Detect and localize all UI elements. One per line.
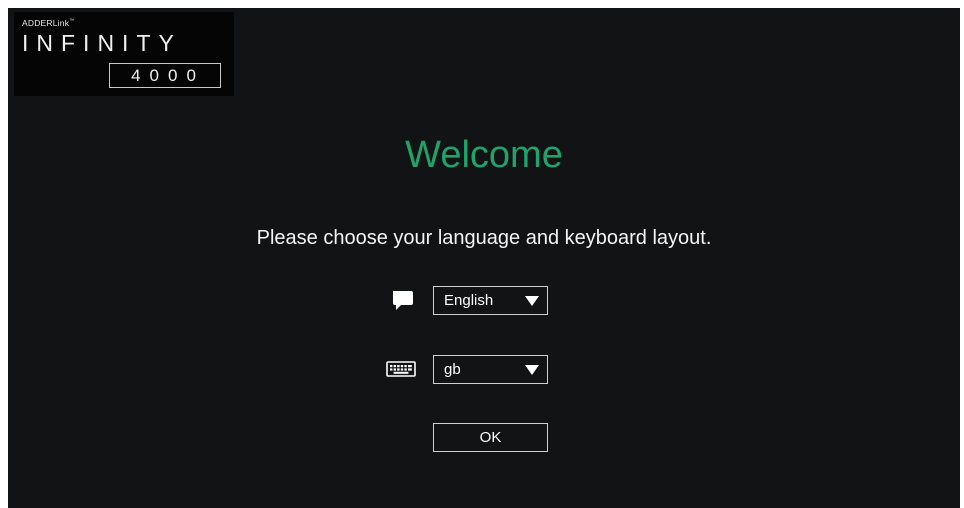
adderlink-infinity-logo: ADDERLink™ INFINITY 4000 [14, 12, 234, 96]
ok-button[interactable]: OK [433, 423, 548, 452]
keyboard-icon [386, 359, 416, 383]
welcome-title: Welcome [405, 134, 563, 176]
logo-product: INFINITY [22, 30, 182, 56]
instruction-text: Please choose your language and keyboard… [256, 227, 712, 249]
language-select[interactable]: English [433, 286, 548, 315]
chevron-down-icon [525, 365, 539, 375]
keyboard-layout-select-value: gb [444, 361, 461, 378]
logo-brand: ADDERLink™ [22, 18, 75, 28]
speech-bubble-icon [390, 289, 416, 313]
keyboard-layout-select[interactable]: gb [433, 355, 548, 384]
logo-model: 4000 [109, 63, 221, 88]
chevron-down-icon [525, 296, 539, 306]
language-select-value: English [444, 292, 494, 309]
login-screen: ADDERLink™ INFINITY 4000 Welcome Please … [8, 8, 960, 508]
